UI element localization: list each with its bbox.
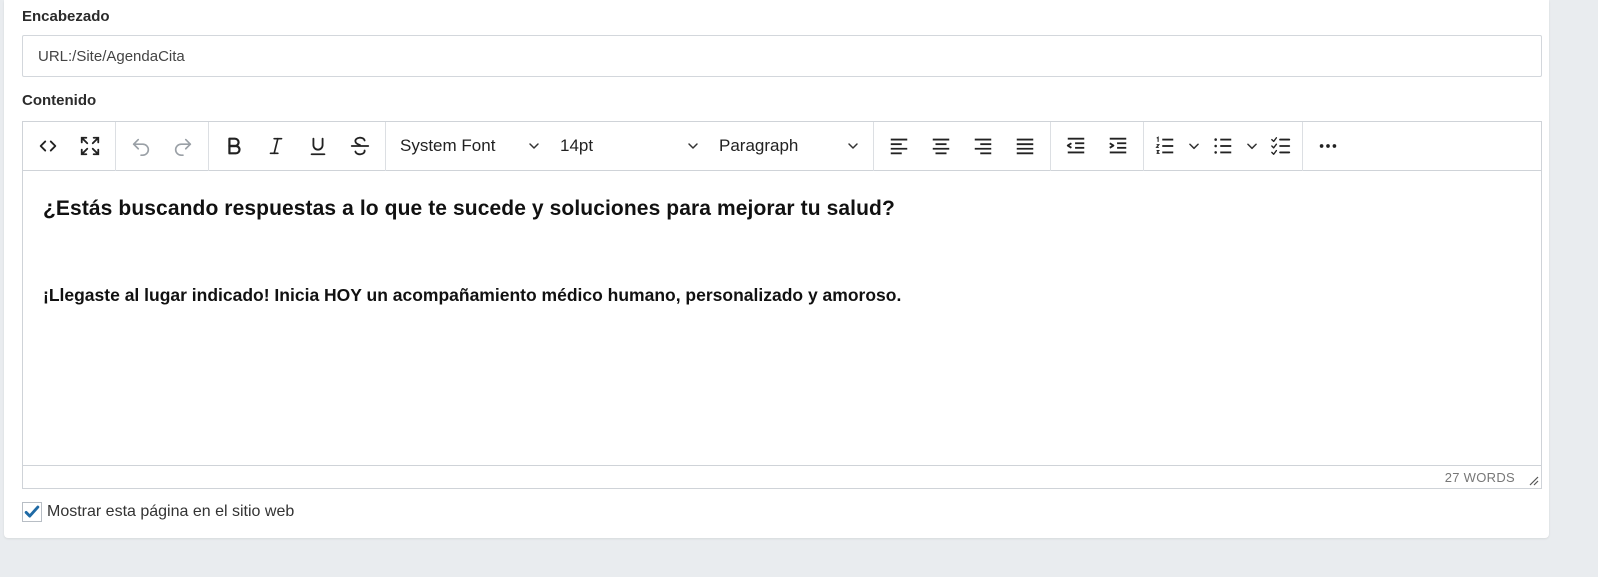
editor-content-area[interactable]: ¿Estás buscando respuestas a lo que te s… [23,172,1541,466]
toolbar-group-format [209,121,386,171]
checkmark-icon [24,505,40,518]
strikethrough-button[interactable] [339,129,381,163]
align-center-button[interactable] [920,129,962,163]
toolbar-group-selects: System Font 14pt Paragraph [386,121,874,171]
align-justify-button[interactable] [1004,129,1046,163]
checklist-icon [1271,137,1291,155]
code-button[interactable] [27,129,69,163]
word-count: 27 WORDS [1444,469,1515,485]
redo-button[interactable] [162,129,204,163]
bullet-list-button[interactable] [1206,129,1264,163]
editor-toolbar: System Font 14pt Paragraph [23,121,1541,171]
align-left-button[interactable] [878,129,920,163]
chevron-down-icon [1247,143,1257,150]
underline-button[interactable] [297,129,339,163]
toolbar-group-indent [1051,121,1144,171]
more-icon [1319,144,1337,148]
editor-paragraph: ¡Llegaste al lugar indicado! Inicia HOY … [43,285,902,305]
toolbar-group-more [1303,122,1353,171]
content-label: Contenido [22,92,97,109]
chevron-down-icon [1189,143,1199,150]
show-on-site-checkbox[interactable] [22,502,42,522]
underline-icon [310,137,326,156]
align-right-button[interactable] [962,129,1004,163]
numbered-list-button[interactable] [1148,129,1206,163]
checklist-button[interactable] [1264,129,1298,163]
outdent-button[interactable] [1055,129,1097,163]
resize-handle-icon[interactable] [1527,474,1539,486]
align-right-icon [974,138,992,155]
toolbar-group-history [116,121,209,171]
numbered-list-dropdown[interactable] [1182,129,1206,163]
align-left-icon [890,138,908,155]
font-size-select[interactable]: 14pt [550,129,709,163]
bullet-list-icon [1214,138,1232,154]
fullscreen-icon [80,136,100,156]
code-icon [39,140,57,152]
toolbar-group-lists [1144,121,1303,171]
align-justify-icon [1016,138,1034,155]
bold-icon [228,137,241,155]
bold-button[interactable] [213,129,255,163]
numbered-list-icon [1155,136,1174,154]
header-label: Encabezado [22,8,110,25]
font-family-value: System Font [400,136,496,155]
font-family-select[interactable]: System Font [390,129,550,163]
undo-icon [132,138,150,156]
page-card: Encabezado Contenido [4,0,1549,538]
chevron-down-icon [529,143,539,149]
show-on-site-row: Mostrar esta página en el sitio web [22,502,294,522]
outdent-icon [1066,137,1085,154]
italic-button[interactable] [255,129,297,163]
toolbar-group-align [874,121,1051,171]
align-center-icon [932,138,950,155]
strikethrough-icon [350,136,370,156]
indent-icon [1109,137,1127,154]
font-size-value: 14pt [560,136,594,155]
chevron-down-icon [848,143,858,149]
block-format-value: Paragraph [719,136,799,155]
rich-text-editor: System Font 14pt Paragraph ¿Estás buscan… [22,121,1542,489]
more-button[interactable] [1307,129,1349,163]
toolbar-group-view [23,121,116,171]
editor-statusbar: 27 WORDS [23,465,1541,488]
undo-button[interactable] [120,129,162,163]
header-input[interactable] [22,35,1542,77]
bullet-list-dropdown[interactable] [1240,129,1264,163]
show-on-site-label: Mostrar esta página en el sitio web [47,503,295,520]
block-format-select[interactable]: Paragraph [709,129,869,163]
indent-button[interactable] [1097,129,1139,163]
fullscreen-button[interactable] [69,129,111,163]
italic-icon [269,137,283,155]
chevron-down-icon [688,143,698,149]
editor-heading: ¿Estás buscando respuestas a lo que te s… [43,197,895,220]
redo-icon [174,138,192,156]
